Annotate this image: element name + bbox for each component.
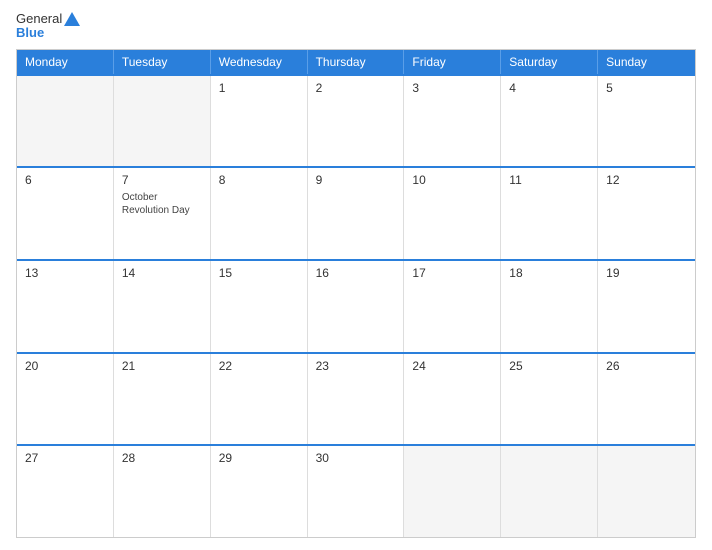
day-header-wednesday: Wednesday (211, 50, 308, 74)
day-cell (598, 446, 695, 537)
day-cell: 11 (501, 168, 598, 259)
logo-triangle-icon (64, 12, 80, 26)
day-cell: 7 October Revolution Day (114, 168, 211, 259)
day-cell: 6 (17, 168, 114, 259)
day-number: 22 (219, 359, 299, 373)
day-number: 27 (25, 451, 105, 465)
day-cell: 27 (17, 446, 114, 537)
day-cell: 13 (17, 261, 114, 352)
day-number: 4 (509, 81, 589, 95)
logo-blue: Blue (16, 26, 80, 40)
day-number: 1 (219, 81, 299, 95)
weeks-container: 1234567October Revolution Day89101112131… (17, 74, 695, 537)
day-cell: 9 (308, 168, 405, 259)
day-cell: 20 (17, 354, 114, 445)
day-cell: 29 (211, 446, 308, 537)
day-number: 7 (122, 173, 202, 187)
day-number: 18 (509, 266, 589, 280)
day-number: 17 (412, 266, 492, 280)
day-header-friday: Friday (404, 50, 501, 74)
day-cell: 21 (114, 354, 211, 445)
day-cell (501, 446, 598, 537)
day-cell: 3 (404, 76, 501, 167)
day-cell: 8 (211, 168, 308, 259)
day-cell (404, 446, 501, 537)
day-cell: 16 (308, 261, 405, 352)
day-cell: 17 (404, 261, 501, 352)
day-cell: 24 (404, 354, 501, 445)
week-row-1: 6 7 October Revolution Day 8 9 10 11 12 (17, 166, 695, 259)
day-number: 28 (122, 451, 202, 465)
day-number: 30 (316, 451, 396, 465)
day-cell: 22 (211, 354, 308, 445)
day-cell: 28 (114, 446, 211, 537)
calendar-container: General Blue MondayTuesdayWednesdayThurs… (0, 0, 712, 550)
day-cell: 19 (598, 261, 695, 352)
week-row-4: 27 28 29 30 (17, 444, 695, 537)
day-number: 11 (509, 173, 589, 187)
day-number: 6 (25, 173, 105, 187)
day-headers-row: MondayTuesdayWednesdayThursdayFridaySatu… (17, 50, 695, 74)
calendar-grid: MondayTuesdayWednesdayThursdayFridaySatu… (16, 49, 696, 538)
day-cell (114, 76, 211, 167)
day-cell: 25 (501, 354, 598, 445)
day-number: 23 (316, 359, 396, 373)
day-cell: 26 (598, 354, 695, 445)
day-number: 26 (606, 359, 687, 373)
day-number: 2 (316, 81, 396, 95)
day-number: 5 (606, 81, 687, 95)
day-header-thursday: Thursday (308, 50, 405, 74)
holiday-label: October Revolution Day (122, 191, 202, 217)
day-header-monday: Monday (17, 50, 114, 74)
day-number: 3 (412, 81, 492, 95)
week-row-2: 13 14 15 16 17 18 19 (17, 259, 695, 352)
header: General Blue (16, 12, 696, 41)
day-number: 21 (122, 359, 202, 373)
day-cell: 4 (501, 76, 598, 167)
day-number: 8 (219, 173, 299, 187)
day-cell (17, 76, 114, 167)
day-number: 9 (316, 173, 396, 187)
day-number: 15 (219, 266, 299, 280)
logo: General Blue (16, 12, 80, 41)
day-cell: 23 (308, 354, 405, 445)
day-number: 29 (219, 451, 299, 465)
logo-general: General (16, 12, 62, 26)
day-cell: 18 (501, 261, 598, 352)
day-cell: 12 (598, 168, 695, 259)
week-row-0: 1 2 3 4 5 (17, 74, 695, 167)
day-cell: 30 (308, 446, 405, 537)
day-number: 10 (412, 173, 492, 187)
day-cell: 10 (404, 168, 501, 259)
day-number: 16 (316, 266, 396, 280)
day-cell: 2 (308, 76, 405, 167)
day-number: 14 (122, 266, 202, 280)
day-cell: 14 (114, 261, 211, 352)
day-number: 24 (412, 359, 492, 373)
day-header-sunday: Sunday (598, 50, 695, 74)
week-row-3: 20 21 22 23 24 25 26 (17, 352, 695, 445)
day-number: 12 (606, 173, 687, 187)
day-number: 20 (25, 359, 105, 373)
day-cell: 1 (211, 76, 308, 167)
day-number: 19 (606, 266, 687, 280)
day-header-tuesday: Tuesday (114, 50, 211, 74)
day-header-saturday: Saturday (501, 50, 598, 74)
day-cell: 15 (211, 261, 308, 352)
day-number: 25 (509, 359, 589, 373)
day-cell: 5 (598, 76, 695, 167)
day-number: 13 (25, 266, 105, 280)
